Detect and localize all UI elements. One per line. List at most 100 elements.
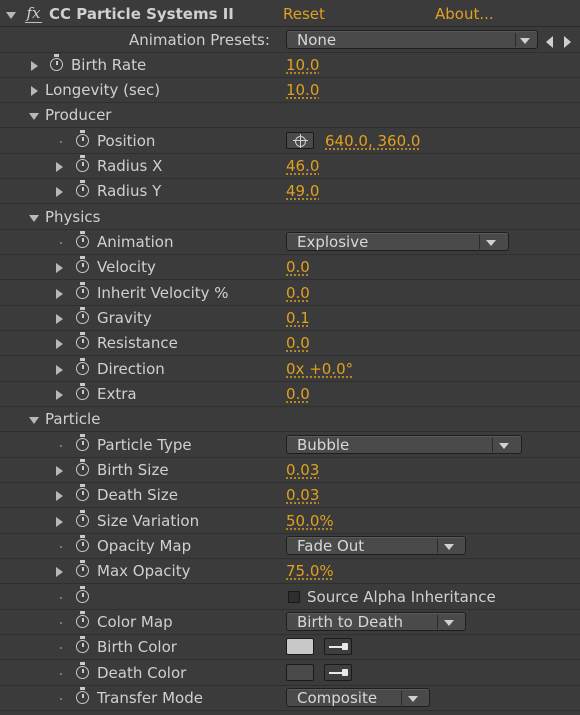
- birth-size-value[interactable]: 0.03: [286, 458, 319, 483]
- opacity-map-dropdown[interactable]: Fade Out: [286, 536, 466, 555]
- transfer-mode-dropdown[interactable]: Composite: [286, 688, 430, 707]
- birth-color-swatch[interactable]: [286, 638, 314, 655]
- param-source-alpha: Source Alpha Inheritance: [0, 585, 580, 610]
- expand-triangle-icon[interactable]: [56, 491, 63, 501]
- expand-triangle-icon[interactable]: [31, 86, 38, 96]
- expand-triangle-icon[interactable]: [56, 365, 63, 375]
- param-animation: Animation Explosive: [0, 230, 580, 255]
- param-size-variation: Size Variation 50.0%: [0, 509, 580, 534]
- about-link[interactable]: About...: [435, 2, 494, 27]
- stopwatch-icon[interactable]: [76, 662, 89, 679]
- collapse-triangle-icon[interactable]: [6, 12, 16, 19]
- position-value[interactable]: 640.0, 360.0: [325, 129, 420, 154]
- stopwatch-icon[interactable]: [76, 358, 89, 375]
- stopwatch-icon[interactable]: [76, 434, 89, 451]
- color-map-dropdown[interactable]: Birth to Death: [286, 612, 466, 631]
- stopwatch-icon[interactable]: [76, 560, 89, 577]
- previous-preset-icon[interactable]: [546, 36, 553, 48]
- stopwatch-icon[interactable]: [76, 155, 89, 172]
- chevron-down-icon: [486, 240, 496, 246]
- expand-triangle-icon[interactable]: [56, 314, 63, 324]
- expand-triangle-icon[interactable]: [56, 466, 63, 476]
- stopwatch-icon[interactable]: [76, 459, 89, 476]
- collapse-triangle-icon[interactable]: [29, 215, 39, 222]
- chevron-down-icon: [444, 620, 454, 626]
- stopwatch-icon[interactable]: [76, 383, 89, 400]
- param-birth-rate: Birth Rate 10.0: [0, 53, 580, 78]
- expand-triangle-icon[interactable]: [56, 339, 63, 349]
- death-size-value[interactable]: 0.03: [286, 483, 319, 508]
- stopwatch-icon[interactable]: [76, 586, 89, 603]
- param-gravity: Gravity 0.1: [0, 306, 580, 331]
- eyedropper-icon[interactable]: [324, 664, 352, 681]
- expand-triangle-icon[interactable]: [56, 390, 63, 400]
- reset-link[interactable]: Reset: [283, 2, 325, 27]
- death-size-label: Death Size: [97, 486, 178, 504]
- stopwatch-icon[interactable]: [50, 54, 63, 71]
- fx-icon[interactable]: fx: [25, 5, 42, 23]
- death-color-label: Death Color: [97, 664, 187, 682]
- velocity-value[interactable]: 0.0: [286, 255, 310, 280]
- expand-triangle-icon[interactable]: [56, 162, 63, 172]
- param-max-opacity: Max Opacity 75.0%: [0, 559, 580, 584]
- effect-controls-panel: fx CC Particle Systems II Reset About...…: [0, 0, 580, 715]
- velocity-label: Velocity: [97, 258, 156, 276]
- stopwatch-icon[interactable]: [76, 611, 89, 628]
- effect-name: CC Particle Systems II: [49, 5, 234, 23]
- death-color-swatch[interactable]: [286, 664, 314, 681]
- next-preset-icon[interactable]: [564, 36, 571, 48]
- expand-triangle-icon[interactable]: [56, 567, 63, 577]
- crosshair-icon[interactable]: [286, 132, 314, 149]
- expand-triangle-icon[interactable]: [56, 187, 63, 197]
- expand-triangle-icon[interactable]: [56, 263, 63, 273]
- stopwatch-icon[interactable]: [76, 332, 89, 349]
- param-extra: Extra 0.0: [0, 382, 580, 407]
- animation-value: Explosive: [297, 233, 369, 251]
- radius-x-value[interactable]: 46.0: [286, 154, 319, 179]
- collapse-triangle-icon[interactable]: [29, 417, 39, 424]
- stopwatch-icon[interactable]: [76, 130, 89, 147]
- source-alpha-checkbox[interactable]: [288, 591, 300, 603]
- gravity-value[interactable]: 0.1: [286, 306, 310, 331]
- producer-label: Producer: [45, 106, 112, 124]
- presets-dropdown[interactable]: None: [286, 30, 538, 49]
- param-longevity: Longevity (sec) 10.0: [0, 78, 580, 103]
- chevron-down-icon: [499, 443, 509, 449]
- stopwatch-icon[interactable]: [76, 307, 89, 324]
- size-variation-value[interactable]: 50.0%: [286, 509, 334, 534]
- param-inherit-velocity: Inherit Velocity % 0.0: [0, 281, 580, 306]
- param-direction: Direction 0x +0.0°: [0, 357, 580, 382]
- birth-color-label: Birth Color: [97, 638, 177, 656]
- particle-type-dropdown[interactable]: Bubble: [286, 435, 522, 454]
- expand-triangle-icon[interactable]: [56, 289, 63, 299]
- particle-label: Particle: [45, 410, 101, 428]
- birth-rate-value[interactable]: 10.0: [286, 53, 319, 78]
- direction-value[interactable]: 0x +0.0°: [286, 357, 353, 382]
- max-opacity-value[interactable]: 75.0%: [286, 559, 334, 584]
- stopwatch-icon[interactable]: [76, 687, 89, 704]
- extra-value[interactable]: 0.0: [286, 382, 310, 407]
- stopwatch-icon[interactable]: [76, 256, 89, 273]
- animation-dropdown[interactable]: Explosive: [286, 232, 509, 251]
- birth-size-label: Birth Size: [97, 461, 169, 479]
- longevity-label: Longevity (sec): [45, 81, 161, 99]
- inherit-velocity-value[interactable]: 0.0: [286, 281, 310, 306]
- stopwatch-icon[interactable]: [76, 636, 89, 653]
- chevron-down-icon: [408, 696, 418, 702]
- stopwatch-icon[interactable]: [76, 180, 89, 197]
- expand-triangle-icon[interactable]: [31, 61, 38, 71]
- resistance-value[interactable]: 0.0: [286, 331, 310, 356]
- radius-y-value[interactable]: 49.0: [286, 179, 319, 204]
- stopwatch-icon[interactable]: [76, 484, 89, 501]
- stopwatch-icon[interactable]: [76, 231, 89, 248]
- stopwatch-icon[interactable]: [76, 282, 89, 299]
- expand-triangle-icon[interactable]: [56, 517, 63, 527]
- effect-header-row: fx CC Particle Systems II Reset About...: [0, 2, 580, 27]
- param-death-color: Death Color: [0, 661, 580, 686]
- stopwatch-icon[interactable]: [76, 535, 89, 552]
- longevity-value[interactable]: 10.0: [286, 78, 319, 103]
- stopwatch-icon[interactable]: [76, 510, 89, 527]
- eyedropper-icon[interactable]: [324, 638, 352, 655]
- collapse-triangle-icon[interactable]: [29, 113, 39, 120]
- group-particle: Particle: [0, 407, 580, 432]
